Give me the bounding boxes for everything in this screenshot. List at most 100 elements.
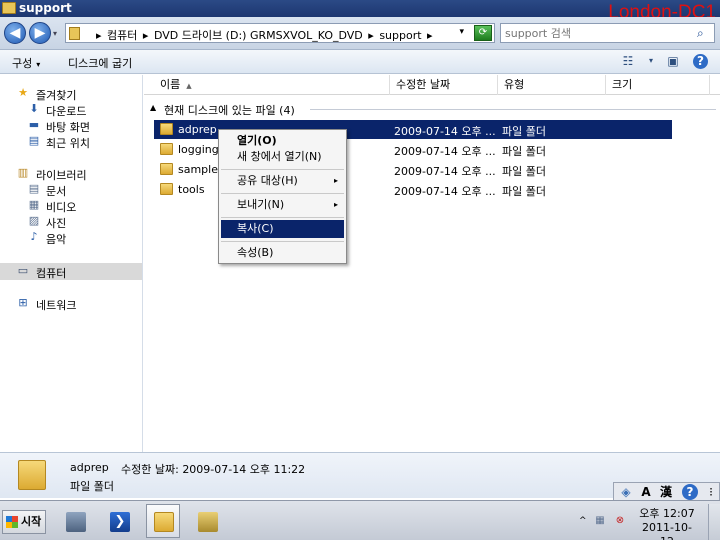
menu-item-copy[interactable]: 복사(C) xyxy=(221,220,344,238)
view-dropdown-icon[interactable]: ▾ xyxy=(643,56,659,71)
collapse-group-icon[interactable]: ▲ xyxy=(150,103,156,112)
view-options-icon[interactable]: ☷ xyxy=(620,54,636,69)
menu-item-share-with[interactable]: 공유 대상(H) ▸ xyxy=(221,172,344,190)
folder-icon xyxy=(160,183,173,195)
breadcrumb-support[interactable]: support xyxy=(379,29,421,42)
network-status-icon[interactable]: ▦ xyxy=(593,514,607,528)
breadcrumb-separator[interactable]: ▸ xyxy=(96,29,102,42)
setup-icon xyxy=(198,512,218,532)
search-box[interactable]: ⌕ xyxy=(500,23,715,43)
file-name: tools xyxy=(178,183,205,196)
ime-icon[interactable]: ◈ xyxy=(617,484,635,500)
recent-pages-dropdown-icon[interactable]: ▾ xyxy=(53,29,57,38)
explorer-folder-icon xyxy=(154,512,174,532)
langbar-menu-icon[interactable]: ⁝ xyxy=(702,484,720,500)
column-header-row: 이름 ▲ 수정한 날짜 유형 크기 xyxy=(144,75,720,95)
column-header-modified[interactable]: 수정한 날짜 xyxy=(390,75,498,95)
show-hidden-icons-icon[interactable]: ^ xyxy=(579,516,587,526)
file-type: 파일 폴더 xyxy=(502,125,546,138)
nav-videos[interactable]: ▦ 비디오 xyxy=(0,197,142,215)
breadcrumb-dvd-drive[interactable]: DVD 드라이브 (D:) GRMSXVOL_KO_DVD xyxy=(154,29,363,42)
taskbar: 시작 ❯ ^ ▦ ⊗ 오후 12:07 2011-10-12 xyxy=(0,500,720,540)
nav-computer[interactable]: ▭ 컴퓨터 xyxy=(0,263,142,280)
server-manager-icon xyxy=(66,512,86,532)
organize-button[interactable]: 구성 ▾ xyxy=(12,55,40,71)
menu-item-properties[interactable]: 속성(B) xyxy=(221,244,344,262)
breadcrumb-computer[interactable]: 컴퓨터 xyxy=(107,29,137,42)
address-bar[interactable]: ▸ 컴퓨터 ▸ DVD 드라이브 (D:) GRMSXVOL_KO_DVD ▸ … xyxy=(65,23,495,43)
group-header[interactable]: ▲ 현재 디스크에 있는 파일 (4) xyxy=(150,101,716,117)
address-row: ◀ ▶ ▾ ▸ 컴퓨터 ▸ DVD 드라이브 (D:) GRMSXVOL_KO_… xyxy=(0,17,720,50)
nav-favorites[interactable]: ★ 즐겨찾기 xyxy=(0,85,142,103)
nav-pictures[interactable]: ▨ 사진 xyxy=(0,213,142,231)
forward-button[interactable]: ▶ xyxy=(29,22,51,44)
file-modified: 2009-07-14 오후 ... xyxy=(394,145,496,158)
menu-item-send-to[interactable]: 보내기(N) ▸ xyxy=(221,196,344,214)
taskbar-explorer[interactable] xyxy=(146,504,180,538)
nav-desktop[interactable]: ▬ 바탕 화면 xyxy=(0,117,142,135)
nav-recent-places-label: 최근 위치 xyxy=(46,137,90,150)
details-modified-label: 수정한 날짜: xyxy=(121,463,179,476)
nav-music[interactable]: ♪ 음악 xyxy=(0,229,142,247)
clock-date: 2011-10-12 xyxy=(642,521,692,540)
address-dropdown-icon[interactable]: ▾ xyxy=(459,27,464,37)
refresh-icon[interactable]: ⟳ xyxy=(474,25,492,41)
notification-area: ^ ▦ ⊗ 오후 12:07 2011-10-12 xyxy=(575,504,720,540)
column-header-size[interactable]: 크기 xyxy=(606,75,710,95)
file-type: 파일 폴더 xyxy=(502,185,546,198)
organize-label: 구성 xyxy=(12,57,33,70)
context-menu: 열기(O) 새 창에서 열기(N) 공유 대상(H) ▸ 보내기(N) ▸ 복사… xyxy=(218,129,347,264)
file-name: adprep xyxy=(178,123,217,136)
help-icon[interactable]: ? xyxy=(682,484,698,500)
nav-libraries[interactable]: ▥ 라이브러리 xyxy=(0,165,142,183)
menu-separator xyxy=(221,217,344,218)
command-toolbar: 구성 ▾ 디스크에 굽기 ☷ ▾ ▣ ? xyxy=(0,50,720,74)
hanja-button[interactable]: 漢 xyxy=(657,484,675,500)
taskbar-setup[interactable] xyxy=(190,504,224,538)
start-label: 시작 xyxy=(21,515,42,528)
taskbar-server-manager[interactable] xyxy=(58,504,92,538)
nav-recent-places[interactable]: ▤ 최근 위치 xyxy=(0,133,142,151)
details-modified-value: 2009-07-14 오후 11:22 xyxy=(182,463,306,476)
folder-icon xyxy=(160,143,173,155)
submenu-arrow-icon: ▸ xyxy=(333,176,338,185)
preview-pane-icon[interactable]: ▣ xyxy=(665,54,681,69)
burn-to-disc-button[interactable]: 디스크에 굽기 xyxy=(68,55,132,71)
details-type: 파일 폴더 xyxy=(70,480,114,493)
recent-places-icon: ▤ xyxy=(28,134,40,147)
back-button[interactable]: ◀ xyxy=(4,22,26,44)
network-icon: ⊞ xyxy=(18,296,28,309)
search-icon[interactable]: ⌕ xyxy=(697,26,711,40)
search-input[interactable] xyxy=(505,26,685,40)
menu-item-open-new-window[interactable]: 새 창에서 열기(N) xyxy=(221,148,344,166)
breadcrumb-separator[interactable]: ▸ xyxy=(368,29,374,42)
nav-downloads[interactable]: ⬇ 다운로드 xyxy=(0,101,142,119)
taskbar-powershell[interactable]: ❯ xyxy=(102,504,136,538)
column-header-name[interactable]: 이름 ▲ xyxy=(154,75,390,95)
details-modified: 수정한 날짜: 2009-07-14 오후 11:22 xyxy=(121,461,305,477)
nav-network-label: 네트워크 xyxy=(36,299,77,312)
powershell-icon: ❯ xyxy=(110,512,130,532)
nav-network[interactable]: ⊞ 네트워크 xyxy=(0,295,142,313)
folder-icon xyxy=(18,460,46,490)
action-center-icon[interactable]: ⊗ xyxy=(613,514,627,528)
submenu-arrow-icon: ▸ xyxy=(333,200,338,209)
show-desktop-button[interactable] xyxy=(708,504,720,540)
file-name: samples xyxy=(178,163,224,176)
navigation-pane: ★ 즐겨찾기 ⬇ 다운로드 ▬ 바탕 화면 ▤ 최근 위치 ▥ 라이브러리 ▤ … xyxy=(0,75,143,452)
help-icon[interactable]: ? xyxy=(693,54,708,69)
menu-item-share-with-label: 공유 대상(H) xyxy=(237,174,298,187)
videos-icon: ▦ xyxy=(28,198,40,211)
nav-documents[interactable]: ▤ 문서 xyxy=(0,181,142,199)
breadcrumb-separator[interactable]: ▸ xyxy=(143,29,149,42)
column-header-type[interactable]: 유형 xyxy=(498,75,606,95)
sort-ascending-icon: ▲ xyxy=(186,82,192,90)
desktop-icon: ▬ xyxy=(28,118,40,131)
breadcrumb-separator[interactable]: ▸ xyxy=(427,29,433,42)
input-mode-a-button[interactable]: A xyxy=(637,484,655,500)
nav-computer-label: 컴퓨터 xyxy=(36,267,67,280)
clock[interactable]: 오후 12:07 2011-10-12 xyxy=(637,507,697,540)
folder-icon xyxy=(69,27,80,40)
library-icon: ▥ xyxy=(17,166,29,179)
start-button[interactable]: 시작 xyxy=(2,510,46,534)
